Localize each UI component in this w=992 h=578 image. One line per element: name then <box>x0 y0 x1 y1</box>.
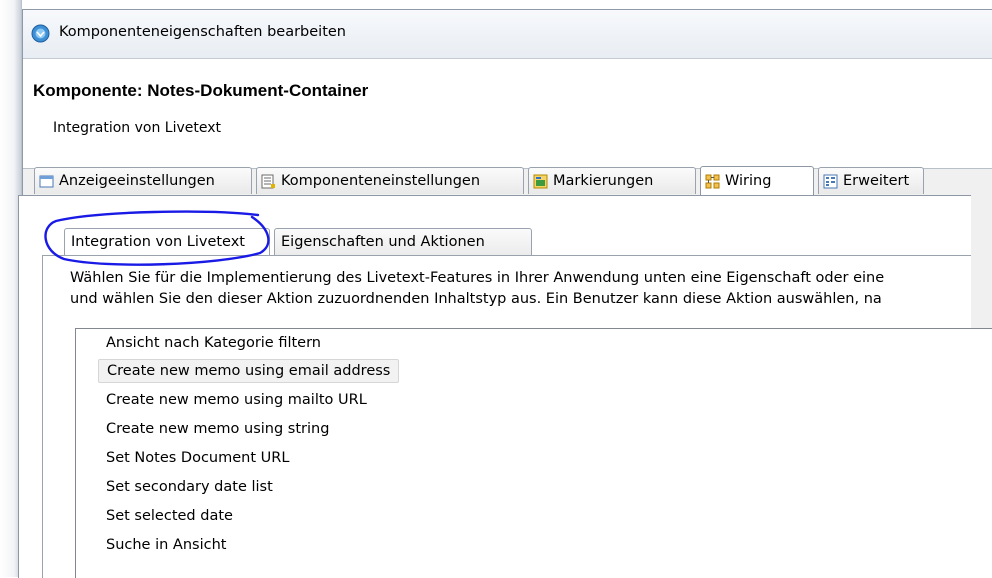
instructions-line: Wählen Sie für die Implementierung des L… <box>70 270 885 286</box>
subtab-integration-livetext[interactable]: Integration von Livetext <box>64 228 270 255</box>
tab-markierungen[interactable]: Markierungen <box>528 167 696 194</box>
component-settings-icon <box>261 174 275 188</box>
tab-anzeigeeinstellungen[interactable]: Anzeigeeinstellungen <box>34 167 252 194</box>
instructions-line: und wählen Sie den dieser Aktion zuzuord… <box>70 291 882 307</box>
sub-tab-bar: Integration von Livetext Eigenschaften u… <box>42 228 970 256</box>
tab-label: Markierungen <box>553 173 654 189</box>
subtab-eigenschaften-aktionen[interactable]: Eigenschaften und Aktionen <box>274 228 532 255</box>
tab-wiring[interactable]: Wiring <box>700 166 814 195</box>
tab-label: Wiring <box>725 173 772 189</box>
actions-listbox[interactable]: Ansicht nach Kategorie filtern Create ne… <box>75 328 992 578</box>
markings-icon <box>533 174 548 188</box>
advanced-icon <box>823 174 838 188</box>
title-bar: Komponenteneigenschaften bearbeiten <box>23 10 992 59</box>
list-item[interactable]: Set Notes Document URL <box>98 446 297 470</box>
window-title: Komponenteneigenschaften bearbeiten <box>59 24 346 40</box>
tab-label: Komponenteneinstellungen <box>281 173 481 189</box>
list-item[interactable]: Suche in Ansicht <box>98 533 234 557</box>
list-item[interactable]: Set selected date <box>98 504 241 528</box>
wiring-icon <box>705 174 720 188</box>
display-settings-icon <box>39 175 54 187</box>
instructions-text: Wählen Sie für die Implementierung des L… <box>70 268 992 310</box>
component-title: Komponente: Notes-Dokument-Container <box>33 81 369 100</box>
list-item[interactable]: Ansicht nach Kategorie filtern <box>98 331 329 355</box>
tab-komponenteneinstellungen[interactable]: Komponenteneinstellungen <box>256 167 524 194</box>
component-subtitle: Integration von Livetext <box>53 120 221 136</box>
subtab-label: Integration von Livetext <box>71 234 245 250</box>
tab-erweitert[interactable]: Erweitert <box>818 167 924 194</box>
header-area: Komponente: Notes-Dokument-Container Int… <box>23 59 992 169</box>
list-item[interactable]: Set secondary date list <box>98 475 281 499</box>
tab-label: Erweitert <box>843 173 910 189</box>
list-item-selected[interactable]: Create new memo using email address <box>98 359 400 383</box>
tab-label: Anzeigeeinstellungen <box>59 173 215 189</box>
app-globe-icon <box>31 24 50 43</box>
main-tab-bar: Anzeigeeinstellungen Komponenteneinstell… <box>18 166 970 195</box>
list-item[interactable]: Create new memo using mailto URL <box>98 388 375 412</box>
subtab-label: Eigenschaften und Aktionen <box>281 234 485 250</box>
list-item[interactable]: Create new memo using string <box>98 417 337 441</box>
